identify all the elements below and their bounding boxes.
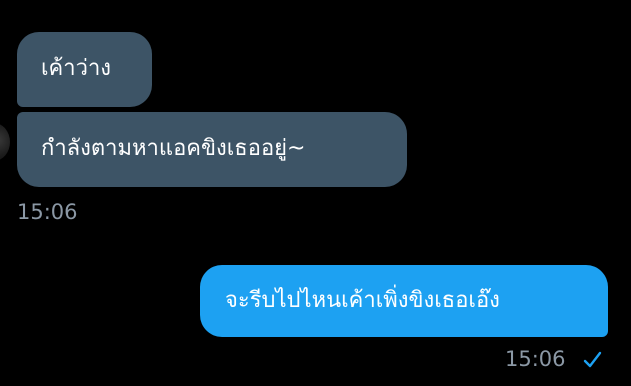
- message-text: กำลังตามหาแอคขิงเธออยู่~: [41, 136, 306, 161]
- avatar[interactable]: [0, 123, 10, 161]
- message-timestamp: 15:06: [17, 200, 78, 224]
- incoming-message-bubble[interactable]: เค้าว่าง: [17, 32, 152, 107]
- message-text: จะรีบไปไหนเค้าเพิ่งขิงเธอเอ๊ง: [225, 288, 500, 313]
- chat-thread: เค้าว่าง กำลังตามหาแอคขิงเธออยู่~ 15:06 …: [0, 0, 631, 386]
- check-icon: [583, 351, 602, 368]
- incoming-message-bubble[interactable]: กำลังตามหาแอคขิงเธออยู่~: [17, 112, 407, 187]
- message-text: เค้าว่าง: [41, 56, 112, 81]
- outgoing-message-bubble[interactable]: จะรีบไปไหนเค้าเพิ่งขิงเธอเอ๊ง: [200, 265, 608, 337]
- message-timestamp: 15:06: [505, 347, 566, 371]
